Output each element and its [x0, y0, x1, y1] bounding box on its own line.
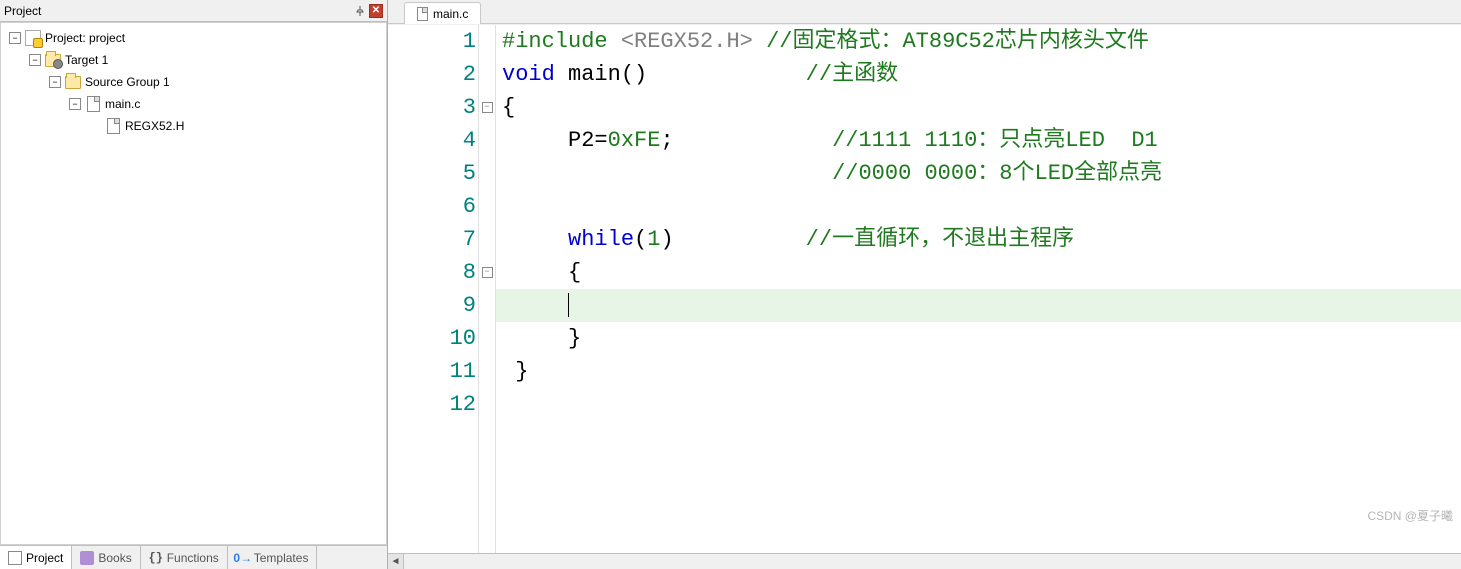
tab-books[interactable]: Books [72, 546, 140, 569]
line-number: 11 [388, 355, 476, 388]
tree-label: REGX52.H [125, 119, 184, 133]
line-number-gutter: 1 2 3 4 5 6 7 8 9 10 11 12 [388, 25, 478, 553]
line-number: 9 [388, 289, 476, 322]
line-number: 8 [388, 256, 476, 289]
tree-toggle[interactable]: − [9, 32, 21, 44]
line-number: 1 [388, 25, 476, 58]
line-number: 3 [388, 91, 476, 124]
watermark: CSDN @夏子曦 [1367, 500, 1453, 533]
folder-icon [65, 76, 81, 89]
code-line: } [502, 322, 1461, 355]
code-line: P2=0xFE; //1111 1110：只点亮LED D1 [502, 124, 1461, 157]
editor-tab-mainc[interactable]: main.c [404, 2, 481, 24]
code-line [502, 388, 1461, 421]
line-number: 4 [388, 124, 476, 157]
code-line: { [502, 256, 1461, 289]
tree-node-file-main[interactable]: − main.c [1, 93, 386, 115]
code-line: void main() //主函数 [502, 58, 1461, 91]
tab-functions[interactable]: {} Functions [141, 546, 228, 569]
file-icon [107, 118, 120, 134]
tree-node-file-header[interactable]: REGX52.H [1, 115, 386, 137]
tab-label: Templates [254, 551, 309, 565]
line-number: 6 [388, 190, 476, 223]
fold-toggle[interactable]: − [482, 267, 493, 278]
tree-label: Target 1 [65, 53, 108, 67]
books-icon [80, 551, 94, 565]
tree-label: Source Group 1 [85, 75, 170, 89]
tree-label: Project: project [45, 31, 125, 45]
code-editor[interactable]: 1 2 3 4 5 6 7 8 9 10 11 12 − [388, 24, 1461, 553]
tree-toggle[interactable]: − [49, 76, 61, 88]
project-panel-header: Project ✕ [0, 0, 387, 22]
text-caret [568, 293, 569, 317]
code-line: while(1) //一直循环，不退出主程序 [502, 223, 1461, 256]
fold-toggle[interactable]: − [482, 102, 493, 113]
tab-label: Functions [167, 551, 219, 565]
project-panel: Project ✕ − Project: project − Target 1 … [0, 0, 388, 569]
line-number: 10 [388, 322, 476, 355]
editor-tabs: main.c [388, 0, 1461, 24]
tab-templates[interactable]: 0→ Templates [228, 546, 318, 569]
templates-icon: 0→ [236, 551, 250, 565]
tab-label: Project [26, 551, 63, 565]
tree-node-project[interactable]: − Project: project [1, 27, 386, 49]
close-icon[interactable]: ✕ [369, 4, 383, 18]
code-line [502, 190, 1461, 223]
line-number: 7 [388, 223, 476, 256]
code-area[interactable]: #include <REGX52.H> //固定格式：AT89C52芯片内核头文… [496, 25, 1461, 553]
project-panel-title: Project [4, 4, 353, 18]
line-number: 5 [388, 157, 476, 190]
functions-icon: {} [149, 551, 163, 565]
code-line: { [502, 91, 1461, 124]
tree-node-target[interactable]: − Target 1 [1, 49, 386, 71]
horizontal-scrollbar[interactable]: ◄ [388, 553, 1461, 569]
fold-gutter: − − [478, 25, 496, 553]
editor-panel: main.c 1 2 3 4 5 6 7 8 9 10 11 12 − [388, 0, 1461, 569]
target-icon [45, 54, 61, 67]
file-icon [417, 7, 428, 21]
code-line: } [502, 355, 1461, 388]
line-number: 12 [388, 388, 476, 421]
pin-icon[interactable] [353, 4, 367, 18]
tree-label: main.c [105, 97, 140, 111]
file-icon [87, 96, 100, 112]
line-number: 2 [388, 58, 476, 91]
scroll-left-button[interactable]: ◄ [388, 554, 404, 569]
project-tab-icon [8, 551, 22, 565]
project-tree[interactable]: − Project: project − Target 1 − Source G… [0, 22, 387, 545]
code-line [502, 289, 1461, 322]
project-icon [25, 30, 41, 46]
tree-toggle[interactable]: − [29, 54, 41, 66]
editor-tab-label: main.c [433, 7, 468, 21]
tab-project[interactable]: Project [0, 546, 72, 569]
code-line: #include <REGX52.H> //固定格式：AT89C52芯片内核头文… [502, 25, 1461, 58]
tree-node-group[interactable]: − Source Group 1 [1, 71, 386, 93]
tree-toggle[interactable]: − [69, 98, 81, 110]
bottom-tabs: Project Books {} Functions 0→ Templates [0, 545, 387, 569]
code-line: //0000 0000：8个LED全部点亮 [502, 157, 1461, 190]
tab-label: Books [98, 551, 131, 565]
tree-toggle-blank [89, 120, 101, 132]
